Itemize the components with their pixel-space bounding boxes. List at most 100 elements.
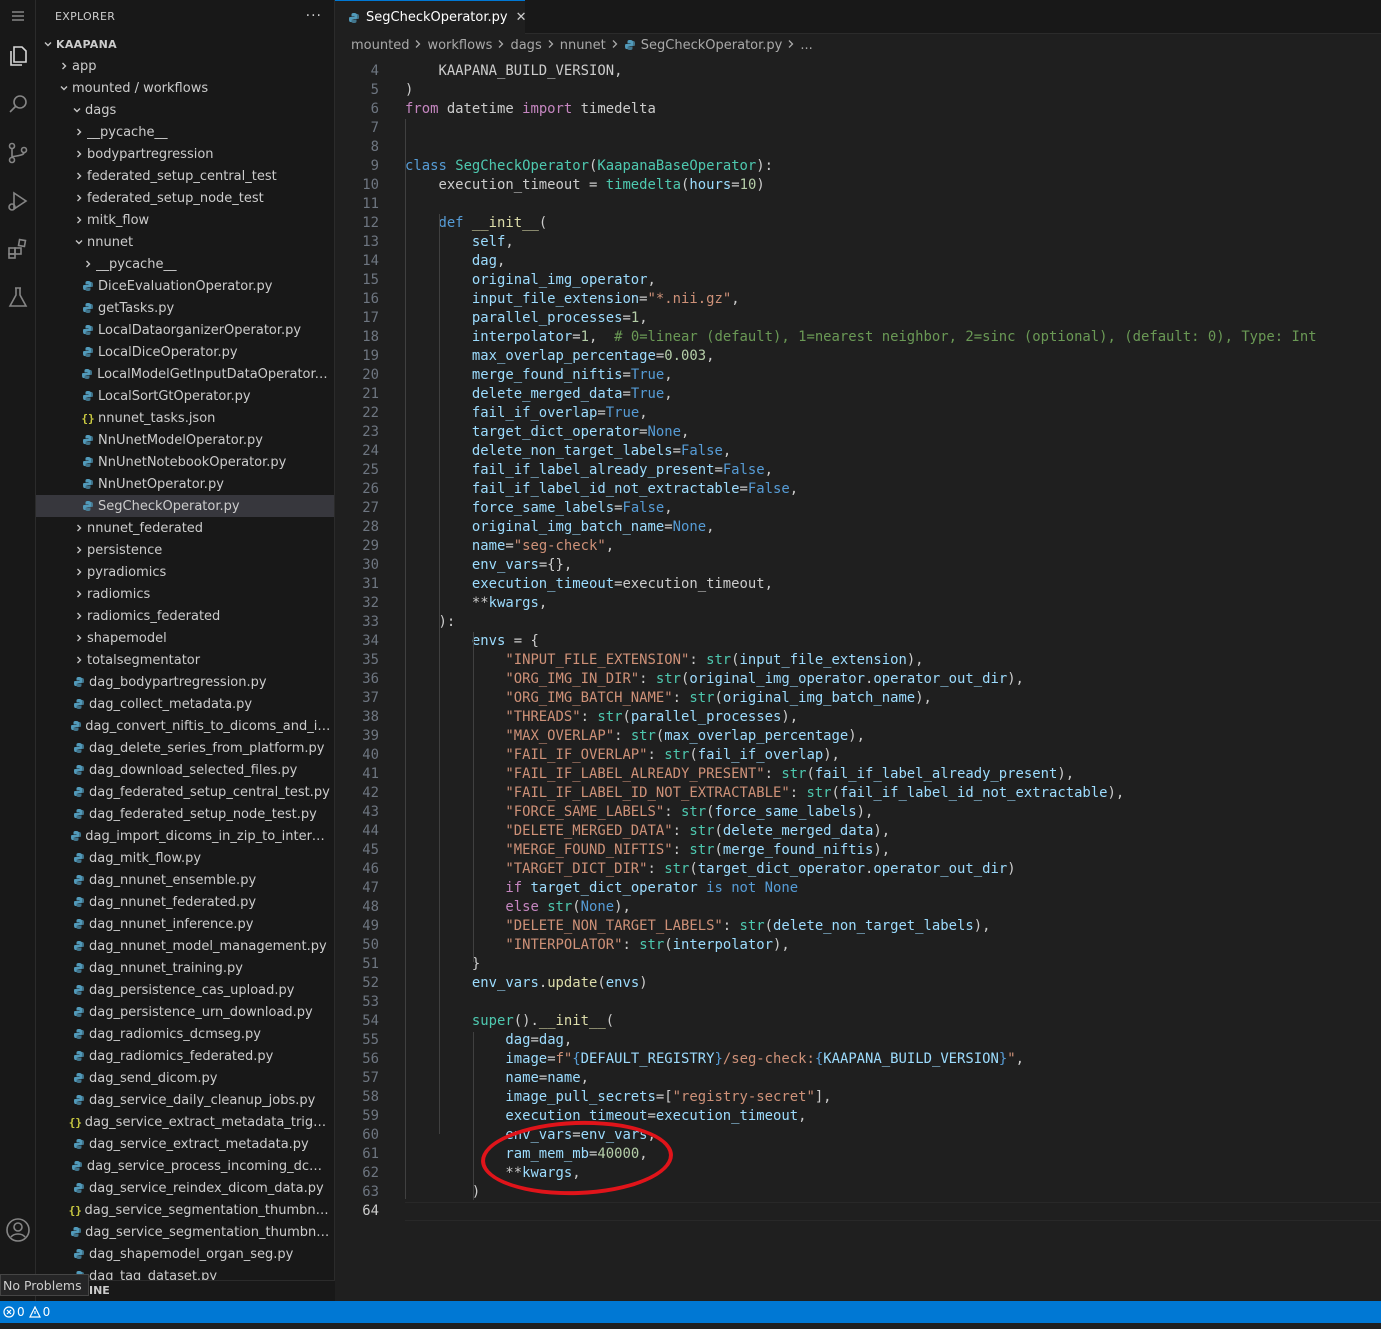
tree-folder[interactable]: __pycache__ xyxy=(36,253,334,275)
code-line[interactable]: 14 dag, xyxy=(335,252,1381,271)
tree-folder[interactable]: nnunet_federated xyxy=(36,517,334,539)
code-line[interactable]: 50 "INTERPOLATOR": str(interpolator), xyxy=(335,936,1381,955)
code-line[interactable]: 15 original_img_operator, xyxy=(335,271,1381,290)
tree-file[interactable]: DiceEvaluationOperator.py xyxy=(36,275,334,297)
code-line[interactable]: 47 if target_dict_operator is not None xyxy=(335,879,1381,898)
code-line[interactable]: 10 execution_timeout = timedelta(hours=1… xyxy=(335,176,1381,195)
tree-folder[interactable]: nnunet xyxy=(36,231,334,253)
code-line[interactable]: 36 "ORG_IMG_IN_DIR": str(original_img_op… xyxy=(335,670,1381,689)
tree-folder[interactable]: totalsegmentator xyxy=(36,649,334,671)
code-line[interactable]: 23 target_dict_operator=None, xyxy=(335,423,1381,442)
code-line[interactable]: 22 fail_if_overlap=True, xyxy=(335,404,1381,423)
code-line[interactable]: 51 } xyxy=(335,955,1381,974)
tree-folder[interactable]: persistence xyxy=(36,539,334,561)
tree-folder[interactable]: app xyxy=(36,55,334,77)
code-line[interactable]: 35 "INPUT_FILE_EXTENSION": str(input_fil… xyxy=(335,651,1381,670)
tree-file[interactable]: dag_send_dicom.py xyxy=(36,1067,334,1089)
code-line[interactable]: 42 "FAIL_IF_LABEL_ID_NOT_EXTRACTABLE": s… xyxy=(335,784,1381,803)
explorer-icon[interactable] xyxy=(0,38,36,74)
source-control-icon[interactable] xyxy=(0,135,36,171)
tree-folder[interactable]: bodypartregression xyxy=(36,143,334,165)
code-line[interactable]: 59 execution_timeout=execution_timeout, xyxy=(335,1107,1381,1126)
tree-folder[interactable]: KAAPANA xyxy=(36,33,334,55)
code-line[interactable]: 7 xyxy=(335,119,1381,138)
tree-file[interactable]: dag_persistence_cas_upload.py xyxy=(36,979,334,1001)
tree-file[interactable]: dag_shapemodel_organ_seg.py xyxy=(36,1243,334,1265)
code-line[interactable]: 18 interpolator=1, # 0=linear (default),… xyxy=(335,328,1381,347)
code-line[interactable]: 52 env_vars.update(envs) xyxy=(335,974,1381,993)
tree-file[interactable]: {} nnunet_tasks.json xyxy=(36,407,334,429)
tree-file[interactable]: LocalModelGetInputDataOperator.py xyxy=(36,363,334,385)
tree-folder[interactable]: pyradiomics xyxy=(36,561,334,583)
tree-file[interactable]: dag_nnunet_model_management.py xyxy=(36,935,334,957)
code-line[interactable]: 63 ) xyxy=(335,1183,1381,1202)
code-line[interactable]: 16 input_file_extension="*.nii.gz", xyxy=(335,290,1381,309)
tree-file[interactable]: dag_convert_niftis_to_dicoms_and_imp... xyxy=(36,715,334,737)
breadcrumb-item[interactable]: mounted xyxy=(351,38,409,53)
tree-file[interactable]: LocalDataorganizerOperator.py xyxy=(36,319,334,341)
breadcrumb-item[interactable]: ... xyxy=(800,38,812,53)
breadcrumb-item[interactable]: nnunet xyxy=(560,38,606,53)
code-line[interactable]: 40 "FAIL_IF_OVERLAP": str(fail_if_overla… xyxy=(335,746,1381,765)
code-line[interactable]: 25 fail_if_label_already_present=False, xyxy=(335,461,1381,480)
code-line[interactable]: 17 parallel_processes=1, xyxy=(335,309,1381,328)
tree-file[interactable]: dag_nnunet_federated.py xyxy=(36,891,334,913)
tree-file[interactable]: {} dag_service_segmentation_thumbnail_t..… xyxy=(36,1199,334,1221)
tree-file[interactable]: {} dag_service_extract_metadata_trigger_.… xyxy=(36,1111,334,1133)
code-line[interactable]: 31 execution_timeout=execution_timeout, xyxy=(335,575,1381,594)
code-line[interactable]: 24 delete_non_target_labels=False, xyxy=(335,442,1381,461)
code-line[interactable]: 27 force_same_labels=False, xyxy=(335,499,1381,518)
tree-file[interactable]: dag_service_extract_metadata.py xyxy=(36,1133,334,1155)
menu-icon[interactable] xyxy=(0,0,36,32)
problems-status[interactable]: 0 0 xyxy=(3,1305,50,1319)
code-line[interactable]: 38 "THREADS": str(parallel_processes), xyxy=(335,708,1381,727)
code-line[interactable]: 11 xyxy=(335,195,1381,214)
tree-file[interactable]: dag_radiomics_dcmseg.py xyxy=(36,1023,334,1045)
tree-file[interactable]: dag_service_process_incoming_dcm.py xyxy=(36,1155,334,1177)
tree-file[interactable]: dag_delete_series_from_platform.py xyxy=(36,737,334,759)
account-icon[interactable] xyxy=(0,1212,36,1248)
tree-file[interactable]: dag_service_reindex_dicom_data.py xyxy=(36,1177,334,1199)
code-line[interactable]: 58 image_pull_secrets=["registry-secret"… xyxy=(335,1088,1381,1107)
code-line[interactable]: 30 env_vars={}, xyxy=(335,556,1381,575)
tree-file[interactable]: dag_persistence_urn_download.py xyxy=(36,1001,334,1023)
tree-file[interactable]: dag_nnunet_inference.py xyxy=(36,913,334,935)
tree-folder[interactable]: mitk_flow xyxy=(36,209,334,231)
tree-folder[interactable]: mounted / workflows xyxy=(36,77,334,99)
code-line[interactable]: 41 "FAIL_IF_LABEL_ALREADY_PRESENT": str(… xyxy=(335,765,1381,784)
code-line[interactable]: 33 ): xyxy=(335,613,1381,632)
tree-file[interactable]: dag_radiomics_federated.py xyxy=(36,1045,334,1067)
tree-folder[interactable]: federated_setup_node_test xyxy=(36,187,334,209)
more-actions-icon[interactable]: ··· xyxy=(306,8,322,24)
tree-file[interactable]: SegCheckOperator.py xyxy=(36,495,334,517)
tree-folder[interactable]: __pycache__ xyxy=(36,121,334,143)
tree-file[interactable]: NnUnetNotebookOperator.py xyxy=(36,451,334,473)
tree-file[interactable]: dag_collect_metadata.py xyxy=(36,693,334,715)
code-line[interactable]: 4 KAAPANA_BUILD_VERSION, xyxy=(335,62,1381,81)
breadcrumb-item[interactable]: dags xyxy=(510,38,541,53)
tree-file[interactable]: dag_import_dicoms_in_zip_to_internal_... xyxy=(36,825,334,847)
code-editor[interactable]: 4 KAAPANA_BUILD_VERSION, 5) 6 from datetime… xyxy=(335,56,1381,1301)
code-line[interactable]: 26 fail_if_label_id_not_extractable=Fals… xyxy=(335,480,1381,499)
tree-folder[interactable]: dags xyxy=(36,99,334,121)
code-line[interactable]: 5) xyxy=(335,81,1381,100)
code-line[interactable]: 57 name=name, xyxy=(335,1069,1381,1088)
code-line[interactable]: 53 xyxy=(335,993,1381,1012)
code-line[interactable]: 20 merge_found_niftis=True, xyxy=(335,366,1381,385)
tree-file[interactable]: dag_federated_setup_node_test.py xyxy=(36,803,334,825)
code-line[interactable]: 6 from datetime import timedelta xyxy=(335,100,1381,119)
tree-file[interactable]: dag_bodypartregression.py xyxy=(36,671,334,693)
tree-folder[interactable]: federated_setup_central_test xyxy=(36,165,334,187)
breadcrumb-item[interactable]: workflows xyxy=(427,38,492,53)
code-line[interactable]: 55 dag=dag, xyxy=(335,1031,1381,1050)
extensions-icon[interactable] xyxy=(0,231,36,267)
code-line[interactable]: 21 delete_merged_data=True, xyxy=(335,385,1381,404)
breadcrumb-item[interactable]: SegCheckOperator.py xyxy=(641,38,783,53)
tree-file[interactable]: NnUnetModelOperator.py xyxy=(36,429,334,451)
tree-file[interactable]: LocalDiceOperator.py xyxy=(36,341,334,363)
tree-file[interactable]: dag_nnunet_training.py xyxy=(36,957,334,979)
code-line[interactable]: 37 "ORG_IMG_BATCH_NAME": str(original_im… xyxy=(335,689,1381,708)
code-line[interactable]: 45 "MERGE_FOUND_NIFTIS": str(merge_found… xyxy=(335,841,1381,860)
code-line[interactable]: 12 def __init__( xyxy=(335,214,1381,233)
code-line[interactable]: 56 image=f"{DEFAULT_REGISTRY}/seg-check:… xyxy=(335,1050,1381,1069)
